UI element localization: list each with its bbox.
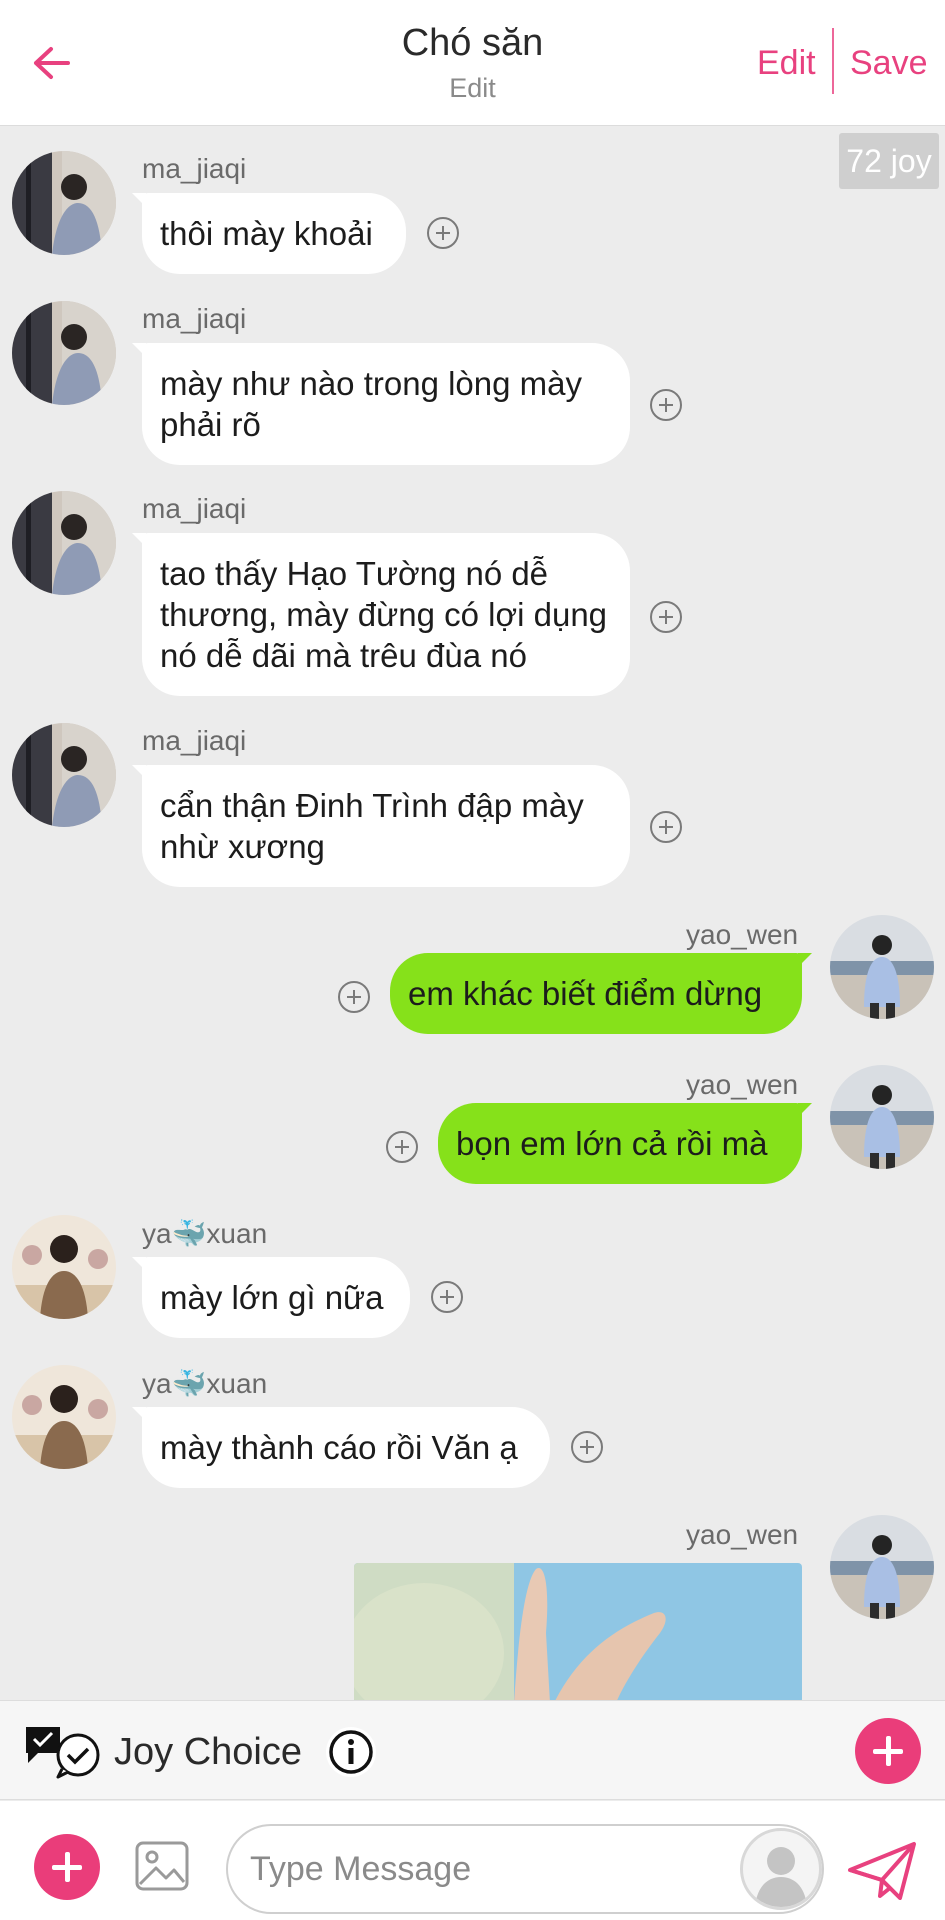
avatar-ma-jiaqi[interactable] [12, 301, 116, 405]
message-bubble[interactable]: thôi mày khoải [132, 193, 406, 274]
message-bubble[interactable]: bọn em lớn cả rồi mà [438, 1103, 812, 1184]
info-button[interactable] [326, 1727, 376, 1777]
header-bar: Chó săn Edit Edit Save [0, 0, 945, 126]
sender-name: ma_jiaqi [142, 493, 247, 524]
persona-avatar-button[interactable] [740, 1828, 822, 1910]
avatar-ma-jiaqi[interactable] [12, 723, 116, 827]
message-bubble[interactable]: tao thấy Hạo Tường nó dễ thương, mày đừn… [132, 533, 630, 696]
chat-area[interactable]: 72 joy ma_jiaqi thôi mày khoải ma_jiaqi … [0, 127, 945, 1700]
avatar-ma-jiaqi[interactable] [12, 491, 116, 595]
joy-choice-add-button[interactable] [855, 1718, 921, 1784]
joy-choice-bar: Joy Choice [0, 1700, 945, 1800]
avatar-yao-wen[interactable] [830, 1065, 934, 1169]
avatar-yao-wen[interactable] [830, 915, 934, 1019]
image-message[interactable] [354, 1563, 802, 1700]
sender-name: yao_wen [686, 1519, 799, 1550]
joy-choice-label: Joy Choice [114, 1731, 302, 1773]
avatar-ya-xuan[interactable] [12, 1215, 116, 1319]
message-input[interactable] [226, 1824, 824, 1914]
chat-check-icon [26, 1727, 100, 1779]
user-silhouette-icon [755, 1847, 807, 1907]
sender-name: ya🐳xuan [142, 1218, 268, 1249]
avatar-yao-wen[interactable] [830, 1515, 934, 1619]
add-reaction-button[interactable] [431, 1281, 463, 1313]
sender-name: yao_wen [686, 1069, 799, 1100]
header-divider [832, 28, 834, 94]
composer-add-button[interactable] [34, 1834, 100, 1900]
add-reaction-button[interactable] [571, 1431, 603, 1463]
image-icon[interactable] [134, 1840, 190, 1892]
send-icon[interactable] [846, 1840, 918, 1902]
joy-counter-badge: 72 joy [839, 133, 939, 189]
add-reaction-button[interactable] [427, 217, 459, 249]
message-bubble[interactable]: mày như nào trong lòng mày phải rõ [132, 343, 630, 465]
add-reaction-button[interactable] [386, 1131, 418, 1163]
save-button[interactable]: Save [850, 44, 928, 83]
sender-name: ma_jiaqi [142, 725, 247, 756]
message-bubble[interactable]: cẩn thận Đinh Trình đập mày nhừ xương [132, 765, 630, 887]
sender-name: ya🐳xuan [142, 1368, 268, 1399]
sender-name: yao_wen [686, 919, 799, 950]
sender-name: ma_jiaqi [142, 303, 247, 334]
add-reaction-button[interactable] [338, 981, 370, 1013]
message-bubble[interactable]: em khác biết điểm dừng [390, 953, 812, 1034]
message-bubble[interactable]: mày lớn gì nữa [132, 1257, 410, 1338]
sender-name: ma_jiaqi [142, 153, 247, 184]
add-reaction-button[interactable] [650, 389, 682, 421]
message-bubble[interactable]: mày thành cáo rồi Văn ạ [132, 1407, 550, 1488]
add-reaction-button[interactable] [650, 811, 682, 843]
avatar-ya-xuan[interactable] [12, 1365, 116, 1469]
avatar-ma-jiaqi[interactable] [12, 151, 116, 255]
add-reaction-button[interactable] [650, 601, 682, 633]
edit-button[interactable]: Edit [757, 44, 816, 83]
info-icon [329, 1730, 373, 1774]
